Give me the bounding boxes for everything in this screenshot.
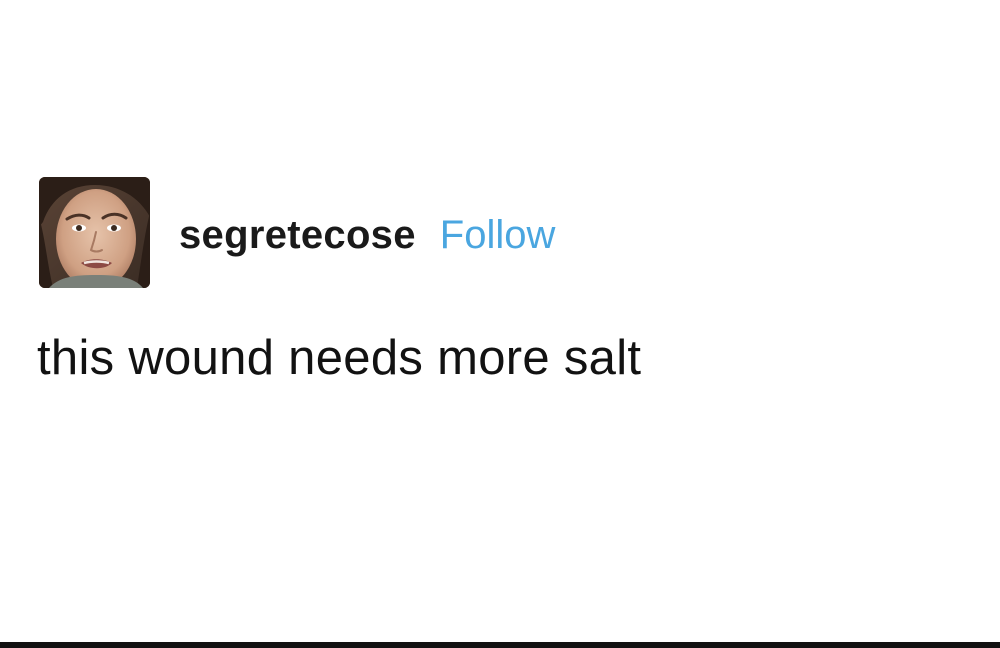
avatar[interactable] [39,177,150,288]
avatar-photo-icon [39,177,150,288]
tumblr-post: segretecose Follow this wound needs more… [0,0,1000,642]
follow-button[interactable]: Follow [440,213,556,258]
post-body-text: this wound needs more salt [37,331,642,385]
bottom-divider [0,642,1000,648]
post-header: segretecose Follow [179,210,555,260]
username-link[interactable]: segretecose [179,213,416,258]
